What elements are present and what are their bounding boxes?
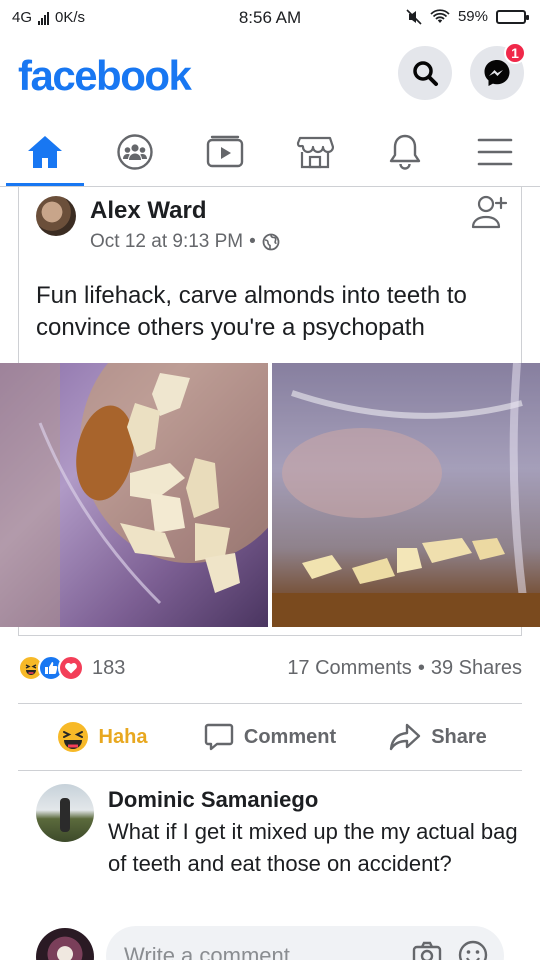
haha-icon <box>57 722 88 752</box>
watch-icon <box>206 135 244 168</box>
share-button[interactable]: Share <box>354 704 522 770</box>
tab-watch[interactable] <box>180 118 270 186</box>
notifications-icon <box>389 134 421 170</box>
status-right: 59% <box>406 8 529 25</box>
nav-tabs <box>0 118 540 186</box>
comment-label: Comment <box>243 725 337 748</box>
engagement-counts: 17 Comments • 39 Shares <box>287 657 522 680</box>
comment-text: What if I get it mixed up the my actual … <box>108 819 518 876</box>
tab-groups[interactable] <box>90 118 180 186</box>
post-photo-1[interactable] <box>0 363 268 627</box>
tab-menu[interactable] <box>450 118 540 186</box>
comment-input[interactable] <box>124 940 394 960</box>
search-icon <box>413 61 438 86</box>
emoji-icon[interactable] <box>458 940 488 960</box>
comments-count[interactable]: 17 Comments <box>287 657 412 680</box>
commenter-name[interactable]: Dominic Samaniego <box>108 787 318 813</box>
haha-label: Haha <box>98 725 148 748</box>
camera-icon[interactable] <box>412 940 442 960</box>
add-friend-icon <box>471 195 508 229</box>
messenger-icon <box>484 60 510 86</box>
tab-notifications[interactable] <box>360 118 450 186</box>
marketplace-icon <box>296 136 334 169</box>
post-card-bottom <box>18 626 522 636</box>
share-label: Share <box>431 725 487 748</box>
post-timestamp[interactable]: Oct 12 at 9:13 PM <box>90 231 243 253</box>
home-icon <box>28 136 62 168</box>
meta-separator: • <box>249 231 256 252</box>
messenger-badge: 1 <box>504 42 526 64</box>
counts-separator: • <box>417 657 425 679</box>
battery-percent: 59% <box>457 8 488 25</box>
menu-icon <box>477 138 513 166</box>
messenger-button[interactable]: 1 <box>470 42 526 100</box>
search-button[interactable] <box>398 46 452 100</box>
commenter-avatar[interactable] <box>36 784 94 842</box>
groups-icon <box>117 134 153 170</box>
share-icon <box>390 723 421 751</box>
post-photo-2[interactable] <box>272 363 540 627</box>
love-reaction-icon <box>58 655 84 681</box>
my-avatar <box>36 928 94 960</box>
app-header: facebook 1 <box>0 40 540 112</box>
comment-icon <box>204 723 234 751</box>
post-meta: Oct 12 at 9:13 PM • <box>90 231 280 253</box>
battery-icon <box>496 9 529 24</box>
post-author-name[interactable]: Alex Ward <box>90 197 206 225</box>
haha-button[interactable]: Haha <box>18 704 186 770</box>
almond-teeth-photo-1 <box>0 363 268 627</box>
tab-home[interactable] <box>0 118 90 186</box>
mute-icon <box>406 8 422 25</box>
tab-marketplace[interactable] <box>270 118 360 186</box>
reaction-summary[interactable]: 183 <box>18 655 125 681</box>
author-avatar[interactable] <box>36 196 76 236</box>
reaction-count: 183 <box>92 656 126 679</box>
globe-icon <box>262 233 280 251</box>
comment-button[interactable]: Comment <box>186 704 354 770</box>
action-divider-bottom <box>18 770 522 771</box>
facebook-logo[interactable]: facebook <box>18 52 192 100</box>
status-bar: 4G 0K/s 8:56 AM 59% <box>0 0 540 38</box>
shares-count[interactable]: 39 Shares <box>431 657 522 680</box>
comment-composer[interactable] <box>106 926 504 960</box>
almond-teeth-photo-2 <box>272 363 540 627</box>
post-text: Fun lifehack, carve almonds into teeth t… <box>36 282 467 341</box>
add-friend-button[interactable] <box>470 194 508 235</box>
post-actions: Haha Comment Share <box>18 704 522 770</box>
wifi-icon <box>430 8 450 23</box>
